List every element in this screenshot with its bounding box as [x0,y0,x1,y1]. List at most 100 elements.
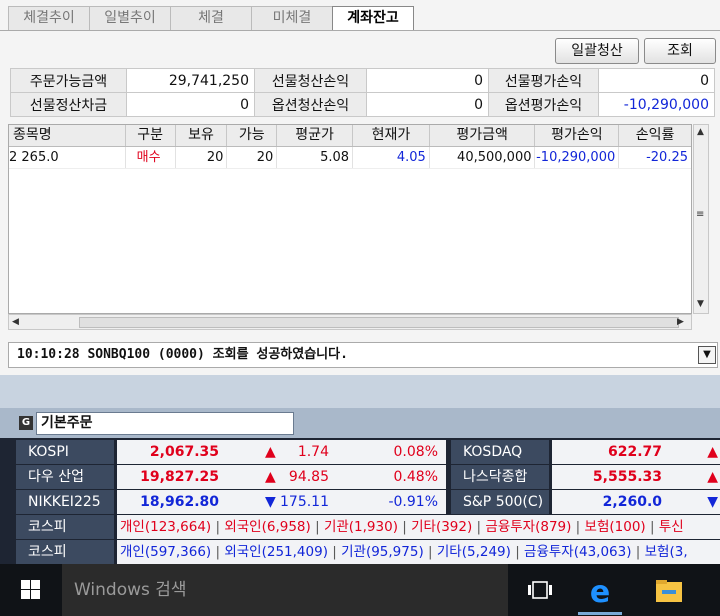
order-panel-title[interactable]: 기본주문 [36,412,294,435]
up-arrow-icon: ▲ [265,444,276,460]
summary-label: 선물평가손익 [488,68,599,93]
cell-eval-pl: -10,290,000 [535,147,620,168]
ticker-right-value: 622.77 [552,440,670,464]
ticker-left-pct: 0.48% [337,465,446,489]
ticker-row: 다우 산업 19,827.25 ▲ 94.85 0.48% 나스닥종합 5,55… [0,465,720,490]
ticker-right-value: 2,260.0 [552,490,670,514]
summary-label: 주문가능금액 [10,68,127,93]
ticker-left-name: NIKKEI225 [16,490,114,514]
liquidate-all-button[interactable]: 일괄청산 [555,38,639,64]
ticker-left-change: ▲ 1.74 [227,440,337,464]
tab-bar: 체결추이 일별추이 체결 미체결 계좌잔고 [8,6,414,31]
summary-label: 옵션청산손익 [254,92,367,117]
scroll-grip-icon[interactable]: ≡ [696,209,704,220]
scroll-up-icon[interactable]: ▲ [697,127,704,137]
ticker-left-value: 2,067.35 [117,440,227,464]
positions-grid: 종목명 구분 보유 가능 평균가 현재가 평가금액 평가손익 손익률 2 265… [8,124,692,314]
summary-label: 옵션평가손익 [488,92,599,117]
tab-divider [0,30,720,31]
col-eval-pl-header[interactable]: 평가손익 [535,125,620,146]
col-held-header[interactable]: 보유 [176,125,228,146]
col-cur-header[interactable]: 현재가 [353,125,430,146]
tab-execution-trend[interactable]: 체결추이 [8,6,90,30]
order-panel-bar: G 기본주문 [0,408,720,438]
status-message: 10:10:28 SONBQ100 (0000) 조회를 성공하였습니다. [8,342,718,368]
scroll-down-icon[interactable]: ▼ [697,299,704,309]
summary-value: 0 [366,92,489,117]
grid-vertical-scrollbar[interactable]: ▲ ≡ ▼ [693,124,709,314]
summary-value: 0 [126,92,255,117]
col-pl-rate-header[interactable]: 손익률 [619,125,691,146]
col-name-header[interactable]: 종목명 [9,125,126,146]
ticker-right-name: KOSDAQ [451,440,549,464]
summary-value: 0 [366,68,489,93]
cell-eval-amt: 40,500,000 [430,147,536,168]
account-balance-window: 체결추이 일별추이 체결 미체결 계좌잔고 일괄청산 조회 주문가능금액 29,… [0,0,720,375]
investor-row-name: 코스피 [16,515,114,539]
market-ticker: KOSPI 2,067.35 ▲ 1.74 0.08% KOSDAQ 622.7… [0,438,720,564]
up-arrow-icon: ▲ [670,465,720,489]
grid-header: 종목명 구분 보유 가능 평균가 현재가 평가금액 평가손익 손익률 [9,125,691,147]
summary-value: -10,290,000 [598,92,715,117]
up-arrow-icon: ▲ [670,440,720,464]
task-view-icon[interactable] [520,576,560,606]
ticker-left-value: 19,827.25 [117,465,227,489]
investor-row-name: 코스피 [16,540,114,564]
ticker-left-change: ▼ 175.11 [227,490,337,514]
ticker-left-pct: -0.91% [337,490,446,514]
cell-held: 20 [176,147,228,168]
ticker-row: KOSPI 2,067.35 ▲ 1.74 0.08% KOSDAQ 622.7… [0,440,720,465]
windows-taskbar: Windows 검색 e [0,564,720,616]
col-eval-amt-header[interactable]: 평가금액 [430,125,536,146]
investor-row: 코스피 개인(597,366) | 외국인(251,409) | 기관(95,9… [0,540,720,565]
status-dropdown-icon[interactable]: ▼ [698,346,716,364]
taskbar-search-box[interactable]: Windows 검색 [62,564,508,616]
down-arrow-icon: ▼ [670,490,720,514]
grid-horizontal-scrollbar[interactable]: ◀ ▶ [8,314,692,330]
summary-value: 29,741,250 [126,68,255,93]
col-avg-header[interactable]: 평균가 [277,125,354,146]
summary-value: 0 [598,68,715,93]
tab-daily-trend[interactable]: 일별추이 [89,6,171,30]
ticker-right-value: 5,555.33 [552,465,670,489]
cell-pl-rate: -20.25 [646,150,689,165]
cell-side: 매수 [126,147,176,168]
investor-row-items: 개인(123,664) | 외국인(6,958) | 기관(1,930) | 기… [117,515,720,539]
ticker-left-name: KOSPI [16,440,114,464]
ticker-right-name: S&P 500(C) [451,490,549,514]
col-side-header[interactable]: 구분 [126,125,176,146]
query-button[interactable]: 조회 [644,38,716,64]
active-app-indicator [578,612,622,615]
ticker-left-value: 18,962.80 [117,490,227,514]
summary-label: 선물청산손익 [254,68,367,93]
ticker-row: NIKKEI225 18,962.80 ▼ 175.11 -0.91% S&P … [0,490,720,515]
ticker-left-change: ▲ 94.85 [227,465,337,489]
scroll-thumb[interactable] [79,317,679,328]
file-explorer-icon[interactable] [648,574,688,608]
tab-executions[interactable]: 체결 [170,6,252,30]
svg-text:e: e [590,575,610,610]
start-button[interactable] [0,564,62,616]
g-icon: G [19,416,33,430]
table-row[interactable]: 2 265.0 매수 20 20 5.08 4.05 40,500,000 -1… [9,147,691,169]
cell-cur: 4.05 [353,147,430,168]
scroll-right-icon[interactable]: ▶ [677,317,684,327]
down-arrow-icon: ▼ [265,494,276,510]
scroll-left-icon[interactable]: ◀ [12,317,19,327]
col-avail-header[interactable]: 가능 [227,125,278,146]
edge-browser-icon[interactable]: e [580,572,620,612]
investor-row: 코스피 개인(123,664) | 외국인(6,958) | 기관(1,930)… [0,515,720,540]
cell-avail: 20 [227,147,278,168]
cell-avg: 5.08 [277,147,354,168]
windows-logo-icon[interactable] [0,564,62,616]
cell-name: 2 265.0 [9,147,126,168]
up-arrow-icon: ▲ [265,469,276,485]
investor-row-items: 개인(597,366) | 외국인(251,409) | 기관(95,975) … [117,540,720,564]
ticker-left-pct: 0.08% [337,440,446,464]
ticker-right-name: 나스닥종합 [451,465,549,489]
tab-account-balance[interactable]: 계좌잔고 [332,6,414,31]
tab-unexecuted[interactable]: 미체결 [251,6,333,30]
empty-panel-area [0,375,720,408]
summary-label: 선물정산차금 [10,92,127,117]
summary-table: 주문가능금액 29,741,250 선물청산손익 0 선물평가손익 0 선물정산… [10,68,715,117]
